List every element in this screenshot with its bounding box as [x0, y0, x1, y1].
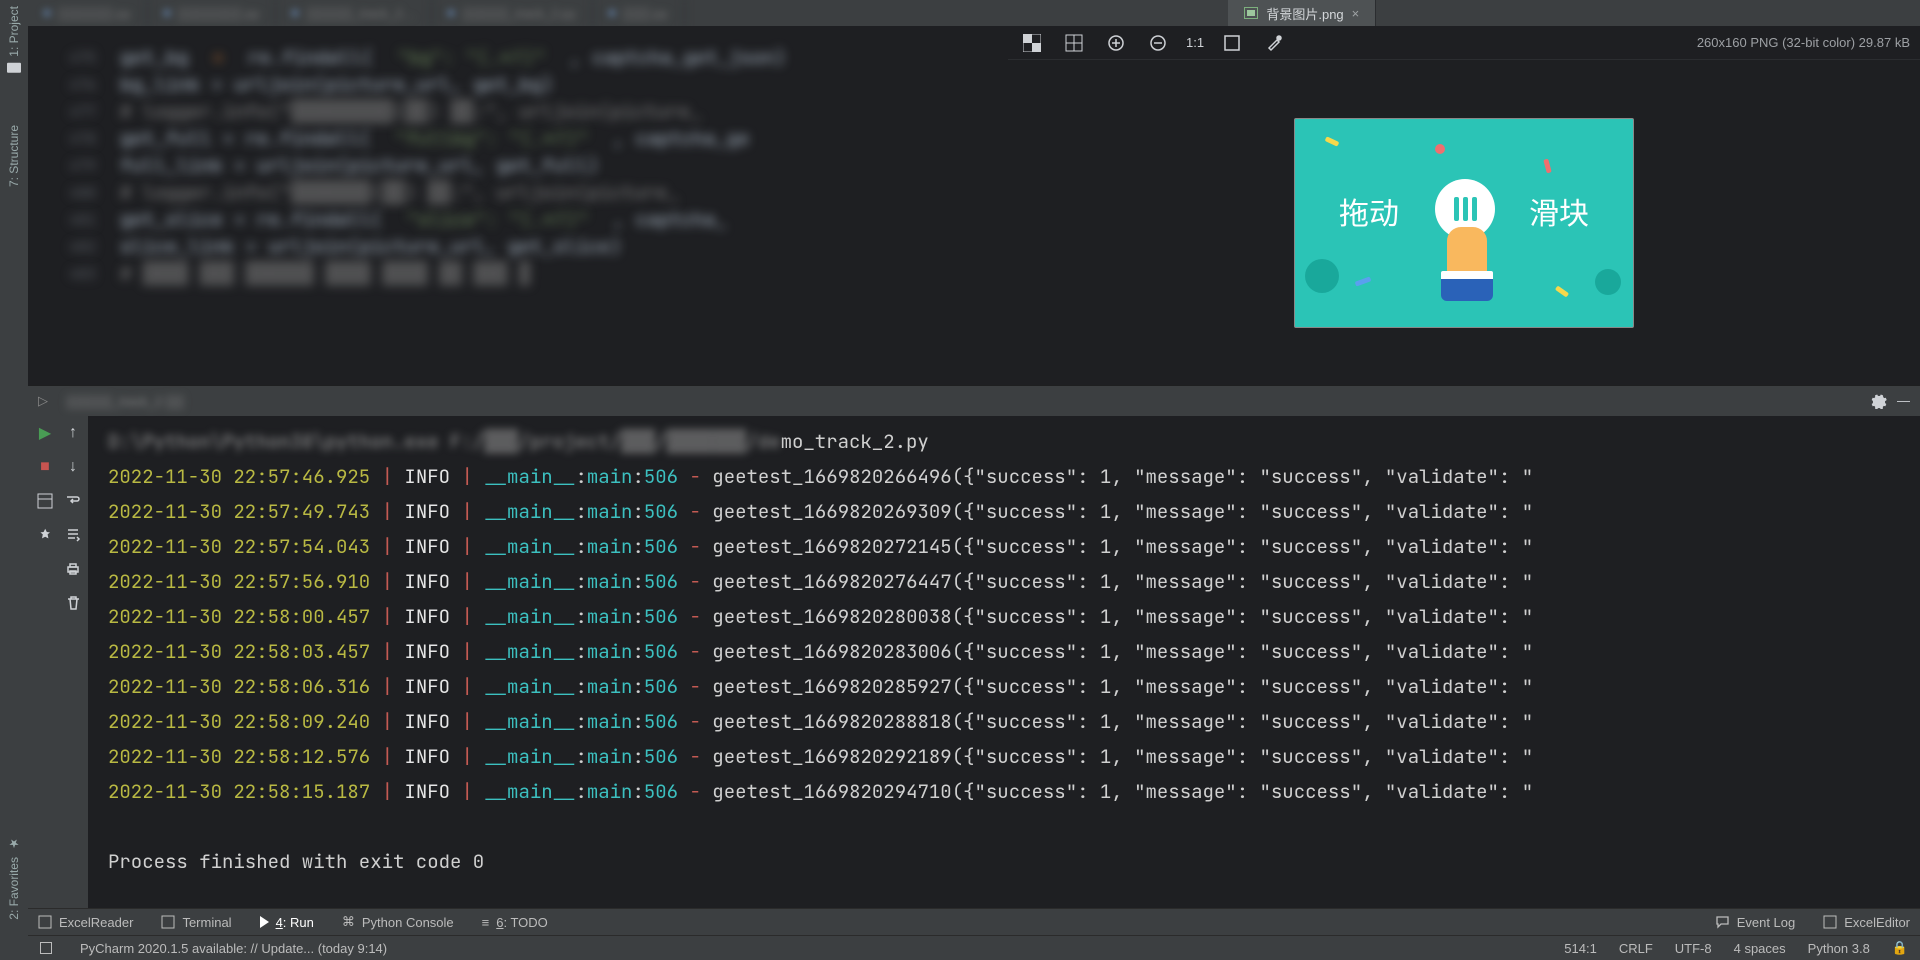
log-line: 2022-11-30 22:58:09.240 | INFO | __main_…	[108, 704, 1920, 739]
tab-exceleditor[interactable]: ExcelEditor	[1823, 915, 1910, 930]
image-toolbar: 1:1 260x160 PNG (32-bit color) 29.87 kB	[1008, 26, 1920, 60]
file-encoding[interactable]: UTF-8	[1675, 941, 1712, 956]
stop-icon[interactable]: ■	[34, 456, 56, 478]
python-interpreter[interactable]: Python 3.8	[1808, 941, 1870, 956]
status-bar: PyCharm 2020.1.5 available: // Update...…	[28, 935, 1920, 960]
bottom-tool-tabs: ExcelReader Terminal 4: Run ⌘ Python Con…	[28, 908, 1920, 935]
log-line: 2022-11-30 22:57:54.043 | INFO | __main_…	[108, 529, 1920, 564]
settings-icon[interactable]	[1871, 393, 1887, 409]
log-line: 2022-11-30 22:58:12.576 | INFO | __main_…	[108, 739, 1920, 774]
bubble-icon	[1715, 915, 1730, 929]
python-icon: ⌘	[342, 914, 355, 930]
editor-tab[interactable]: ▒▒▒.py	[593, 0, 685, 26]
lock-icon[interactable]: 🔒	[1892, 940, 1908, 956]
log-line: 2022-11-30 22:58:06.316 | INFO | __main_…	[108, 669, 1920, 704]
fit-icon[interactable]	[1218, 31, 1246, 55]
log-line: 2022-11-30 22:57:56.910 | INFO | __main_…	[108, 564, 1920, 599]
tab-run[interactable]: 4: Run	[260, 915, 314, 930]
image-file-icon	[1244, 7, 1258, 19]
log-line: 2022-11-30 22:58:00.457 | INFO | __main_…	[108, 599, 1920, 634]
tool-project[interactable]: 1: Project	[7, 6, 21, 73]
run-panel-header: ▷ ▒▒▒▒▒_track_2 ▒▒ —	[28, 386, 1920, 416]
image-info-label: 260x160 PNG (32-bit color) 29.87 kB	[1697, 35, 1910, 50]
todo-icon: ≡	[482, 915, 490, 930]
actual-size-button[interactable]: 1:1	[1186, 31, 1204, 55]
tab-excelreader[interactable]: ExcelReader	[38, 915, 133, 930]
caret-position[interactable]: 514:1	[1564, 941, 1597, 956]
code-editor[interactable]: 475get_bg=re.findall("bg": "(.*?)", capt…	[28, 26, 1008, 385]
tool-favorites-label: 2: Favorites	[7, 857, 21, 920]
process-exit-line: Process finished with exit code 0	[108, 844, 1920, 879]
captcha-image: 拖动 滑块	[1294, 118, 1634, 328]
folder-icon	[7, 63, 21, 73]
image-canvas[interactable]: 拖动 滑块	[1008, 60, 1920, 385]
print-icon[interactable]	[62, 558, 84, 580]
grid-icon[interactable]	[1060, 31, 1088, 55]
close-icon[interactable]: ×	[1352, 6, 1360, 21]
log-line: 2022-11-30 22:58:15.187 | INFO | __main_…	[108, 774, 1920, 809]
tool-favorites[interactable]: 2: Favorites ★	[7, 837, 21, 920]
tool-structure[interactable]: 7: Structure	[7, 125, 21, 187]
tab-event-log[interactable]: Event Log	[1715, 915, 1796, 930]
zoom-in-icon[interactable]	[1102, 31, 1130, 55]
tab-python-console[interactable]: ⌘ Python Console	[342, 914, 454, 930]
hand-cuff	[1441, 271, 1493, 301]
checkerboard-icon[interactable]	[1018, 31, 1046, 55]
captcha-text-right: 滑块	[1529, 189, 1589, 233]
line-separator[interactable]: CRLF	[1619, 941, 1653, 956]
notification-icon[interactable]	[40, 942, 52, 954]
editor-tab[interactable]: ▒▒▒▒▒▒.py	[28, 0, 148, 26]
tool-structure-label: 7: Structure	[7, 125, 21, 187]
down-icon[interactable]: ↓	[62, 456, 84, 478]
captcha-text-left: 拖动	[1339, 189, 1399, 233]
tab-terminal[interactable]: Terminal	[161, 915, 231, 930]
editor-tab[interactable]: ▒▒▒▒▒▒▒.py	[148, 0, 277, 26]
log-line: 2022-11-30 22:57:49.743 | INFO | __main_…	[108, 494, 1920, 529]
trash-icon[interactable]	[62, 592, 84, 614]
rerun-icon[interactable]: ▶	[34, 422, 56, 444]
log-line: 2022-11-30 22:58:03.457 | INFO | __main_…	[108, 634, 1920, 669]
star-icon: ★	[7, 837, 21, 851]
hand-icon	[1447, 227, 1487, 277]
indent-setting[interactable]: 4 spaces	[1734, 941, 1786, 956]
run-config-name: ▒▒▒▒▒_track_2 ▒▒	[66, 394, 184, 409]
zoom-out-icon[interactable]	[1144, 31, 1172, 55]
editor-tab-bar: ▒▒▒▒▒▒.py ▒▒▒▒▒▒▒.py ▒▒▒▒▒_track_2… ▒▒▒▒…	[28, 0, 1920, 26]
editor-tab-active[interactable]: 背景图片.png ×	[1228, 0, 1376, 26]
soft-wrap-icon[interactable]	[62, 490, 84, 512]
status-update-msg[interactable]: PyCharm 2020.1.5 available: // Update...…	[80, 941, 387, 956]
tool-project-label: 1: Project	[7, 6, 21, 57]
minimize-icon[interactable]: —	[1897, 393, 1910, 409]
color-picker-icon[interactable]	[1260, 31, 1288, 55]
console-output[interactable]: D:\Python\Python38\python.exe F:/▒▒▒/pro…	[88, 416, 1920, 908]
image-viewer-panel: 1:1 260x160 PNG (32-bit color) 29.87 kB …	[1008, 26, 1920, 385]
scroll-end-icon[interactable]	[62, 524, 84, 546]
editor-tab[interactable]: ▒▒▒▒▒_track_2.py	[432, 0, 592, 26]
log-line: 2022-11-30 22:57:46.925 | INFO | __main_…	[108, 459, 1920, 494]
tab-todo[interactable]: ≡ 6: TODO	[482, 915, 548, 930]
left-tool-strip: 1: Project 7: Structure 2: Favorites ★	[0, 0, 28, 960]
editor-tab-label: 背景图片.png	[1266, 4, 1343, 23]
run-gutter: ▶ ■ ↑ ↓	[28, 416, 88, 908]
pin-icon[interactable]	[34, 524, 56, 546]
up-icon[interactable]: ↑	[62, 422, 84, 444]
play-icon	[260, 916, 269, 928]
layout-icon[interactable]	[34, 490, 56, 512]
editor-tab[interactable]: ▒▒▒▒▒_track_2…	[276, 0, 432, 26]
